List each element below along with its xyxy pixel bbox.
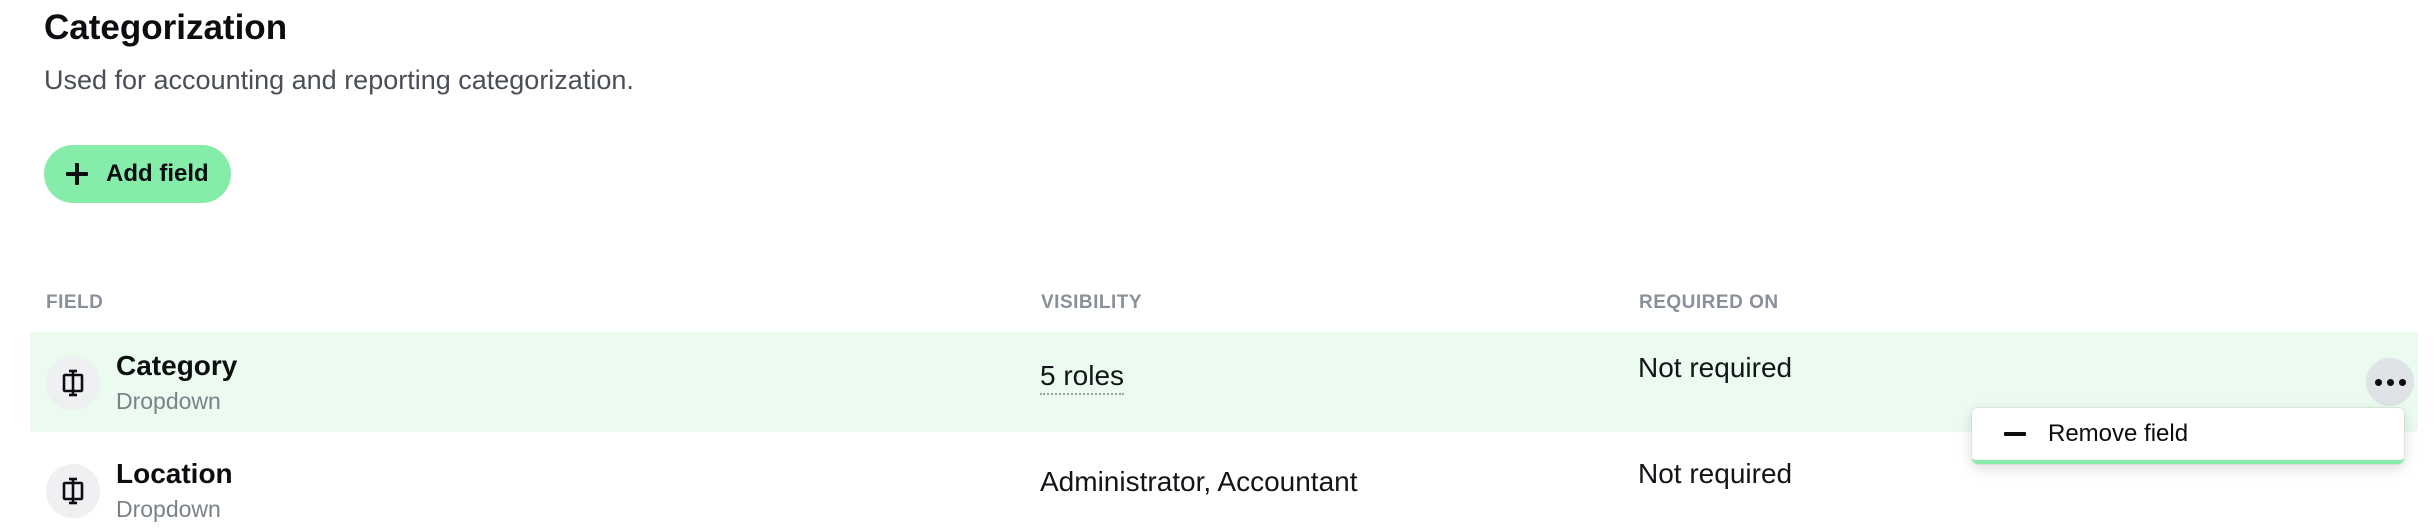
dropdown-field-icon — [46, 356, 100, 410]
dropdown-field-icon — [46, 464, 100, 518]
required-on-value: Not required — [1638, 352, 1793, 383]
remove-field-label: Remove field — [2048, 420, 2189, 447]
ellipsis-icon — [2374, 378, 2382, 386]
page-title: Categorization — [44, 8, 288, 47]
visibility-roles-link[interactable]: 5 roles — [1040, 360, 1125, 395]
page-subtitle: Used for accounting and reporting catego… — [44, 65, 634, 95]
add-field-button[interactable]: Add field — [44, 145, 231, 203]
column-header-visibility: VISIBILITY — [1041, 292, 1143, 313]
column-header-field: FIELD — [46, 292, 104, 313]
column-header-required-on: REQUIRED ON — [1639, 292, 1779, 313]
plus-icon — [66, 163, 88, 185]
add-field-label: Add field — [106, 160, 209, 187]
field-type: Dropdown — [116, 496, 221, 522]
required-on-value: Not required — [1638, 458, 1793, 489]
visibility-value: Administrator, Accountant — [1040, 466, 1358, 497]
field-name: Category — [116, 350, 238, 381]
more-options-button[interactable] — [2366, 358, 2414, 406]
categorization-page: Categorization Used for accounting and r… — [0, 0, 2436, 532]
field-type: Dropdown — [116, 388, 221, 414]
row-actions-menu: Remove field — [1972, 408, 2404, 464]
remove-field-menu-item[interactable]: Remove field — [1972, 408, 2404, 460]
field-name: Location — [116, 458, 233, 489]
minus-icon — [2004, 432, 2026, 436]
